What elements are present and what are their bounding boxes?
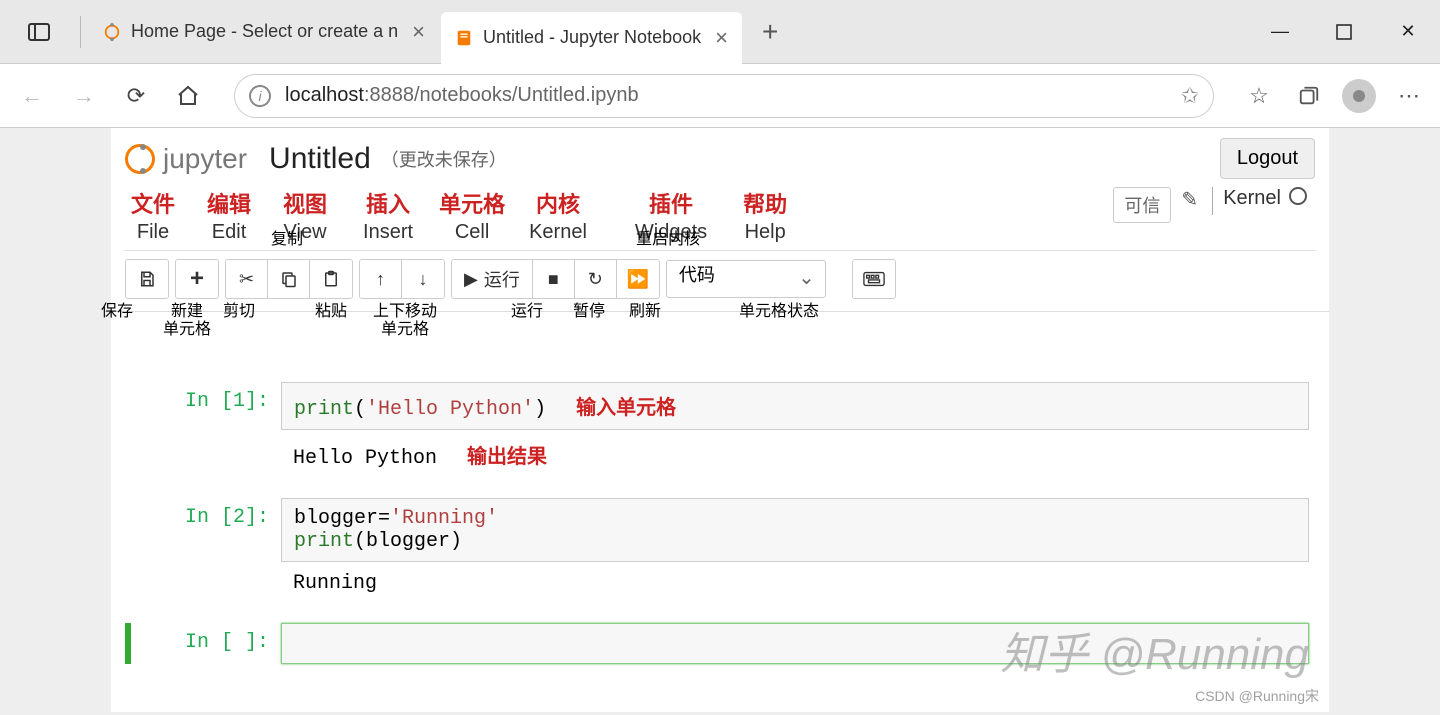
minimize-button[interactable]: — xyxy=(1248,7,1312,57)
tab-title: Home Page - Select or create a n xyxy=(131,21,398,42)
site-info-icon[interactable]: i xyxy=(249,85,271,107)
annotation-save: 保存 xyxy=(101,303,133,321)
favorite-icon[interactable]: ✩ xyxy=(1181,83,1199,109)
move-down-button[interactable]: ↓ xyxy=(402,260,444,298)
maximize-button[interactable] xyxy=(1312,7,1376,57)
app-icon xyxy=(28,23,50,41)
address-bar[interactable]: i localhost:8888/notebooks/Untitled.ipyn… xyxy=(234,74,1214,118)
menu-insert[interactable]: 插入 Insert xyxy=(363,187,413,244)
save-button[interactable] xyxy=(126,260,168,298)
run-button[interactable]: ▶运行 xyxy=(452,260,533,298)
interrupt-button[interactable]: ■ xyxy=(533,260,575,298)
url-text: localhost:8888/notebooks/Untitled.ipynb xyxy=(285,84,639,107)
annotation-cut: 剪切 xyxy=(223,303,255,321)
jupyter-logo-text: jupyter xyxy=(163,143,247,175)
jupyter-logo[interactable]: jupyter xyxy=(125,143,247,175)
annotation-pause: 暂停 xyxy=(573,303,605,321)
menu-cell[interactable]: 单元格 Cell xyxy=(439,187,505,244)
menu-help[interactable]: 帮助 Help xyxy=(743,187,787,244)
favorites-icon[interactable]: ☆ xyxy=(1240,77,1278,115)
jupyter-favicon-icon xyxy=(103,23,121,41)
notebook-save-status: （更改未保存） xyxy=(381,146,507,172)
menu-edit[interactable]: 编辑 Edit xyxy=(207,187,251,244)
annotation-input-cell: 输入单元格 xyxy=(576,397,676,419)
divider xyxy=(80,16,81,48)
jupyter-logo-icon xyxy=(125,144,155,174)
restart-run-all-button[interactable]: ⏩ xyxy=(617,260,659,298)
trusted-indicator[interactable]: 可信 xyxy=(1113,187,1171,223)
menu-file[interactable]: 文件 File xyxy=(131,187,175,244)
browser-titlebar: Home Page - Select or create a n × Untit… xyxy=(0,0,1440,64)
command-palette-button[interactable] xyxy=(853,260,895,298)
notebook-title[interactable]: Untitled xyxy=(269,142,371,176)
code-input[interactable] xyxy=(281,623,1309,664)
edit-icon[interactable]: ✎ xyxy=(1181,187,1198,212)
tab-title: Untitled - Jupyter Notebook xyxy=(483,27,701,48)
code-cell[interactable]: In [2]: blogger='Running' print(blogger)… xyxy=(131,498,1309,605)
input-prompt: In [2]: xyxy=(131,498,281,605)
notebook-toolbar: 复制 重启内核 + ✂ ↑ ↓ ▶运行 ■ ↻ ⏩ xyxy=(111,251,1329,312)
kernel-status-icon xyxy=(1289,187,1307,205)
annotation-state: 单元格状态 xyxy=(739,303,819,321)
divider xyxy=(1212,187,1213,215)
notebook-cells-area: In [1]: print('Hello Python')输入单元格 Hello… xyxy=(111,312,1329,712)
browser-tab-1[interactable]: Home Page - Select or create a n × xyxy=(89,6,439,58)
code-cell[interactable]: In [ ]: xyxy=(125,623,1309,664)
browser-tab-2[interactable]: Untitled - Jupyter Notebook × xyxy=(441,12,742,64)
annotation-output: 输出结果 xyxy=(467,446,547,468)
cell-type-select[interactable]: 代码 xyxy=(666,260,826,298)
collections-icon[interactable] xyxy=(1290,77,1328,115)
input-prompt: In [ ]: xyxy=(131,623,281,664)
annotation-paste: 粘贴 xyxy=(315,303,347,321)
cut-button[interactable]: ✂ xyxy=(226,260,268,298)
back-button[interactable]: ← xyxy=(12,76,52,116)
logout-button[interactable]: Logout xyxy=(1220,138,1315,179)
notebook-favicon-icon xyxy=(455,29,473,47)
cell-output: Hello Python输出结果 xyxy=(281,430,1309,480)
code-cell[interactable]: In [1]: print('Hello Python')输入单元格 Hello… xyxy=(131,382,1309,480)
profile-button[interactable] xyxy=(1340,77,1378,115)
close-window-button[interactable]: ✕ xyxy=(1376,7,1440,57)
browser-toolbar: ← → ⟳ i localhost:8888/notebooks/Untitle… xyxy=(0,64,1440,128)
more-button[interactable]: ⋯ xyxy=(1390,77,1428,115)
notebook-header: jupyter Untitled （更改未保存） Logout xyxy=(111,128,1329,187)
paste-button[interactable] xyxy=(310,260,352,298)
code-input[interactable]: blogger='Running' print(blogger) xyxy=(281,498,1309,562)
restart-button[interactable]: ↻ xyxy=(575,260,617,298)
kernel-name[interactable]: Kernel xyxy=(1223,187,1281,210)
annotation-new-cell: 新建 单元格 xyxy=(163,303,211,340)
copy-button[interactable] xyxy=(268,260,310,298)
annotation-restart: 重启内核 xyxy=(636,231,700,249)
move-up-button[interactable]: ↑ xyxy=(360,260,402,298)
annotation-run: 运行 xyxy=(511,303,543,321)
close-icon[interactable]: × xyxy=(412,19,425,45)
close-icon[interactable]: × xyxy=(715,25,728,51)
cell-output: Running xyxy=(281,562,1309,605)
new-tab-button[interactable]: + xyxy=(744,16,796,48)
home-button[interactable] xyxy=(168,76,208,116)
input-prompt: In [1]: xyxy=(131,382,281,480)
insert-cell-button[interactable]: + xyxy=(176,260,218,298)
annotation-move: 上下移动 单元格 xyxy=(373,303,437,340)
page-content: jupyter Untitled （更改未保存） Logout 文件 File … xyxy=(0,128,1440,715)
annotation-copy: 复制 xyxy=(271,231,303,249)
forward-button[interactable]: → xyxy=(64,76,104,116)
annotation-refresh: 刷新 xyxy=(629,303,661,321)
code-input[interactable]: print('Hello Python')输入单元格 xyxy=(281,382,1309,430)
reload-button[interactable]: ⟳ xyxy=(116,76,156,116)
menu-kernel[interactable]: 内核 Kernel xyxy=(529,187,587,244)
